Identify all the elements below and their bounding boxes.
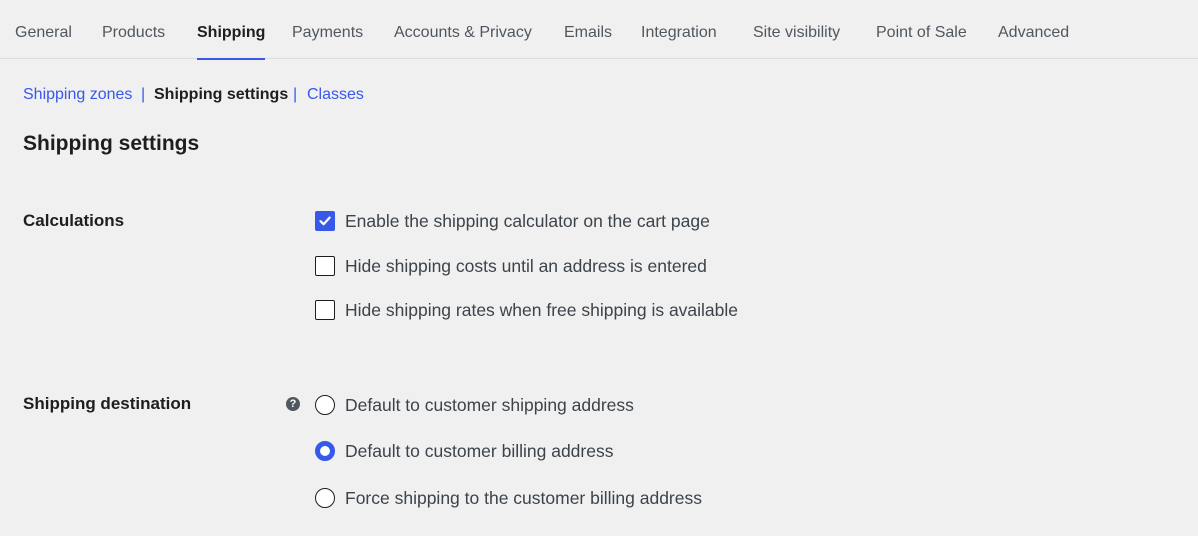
- tab-site-visibility[interactable]: Site visibility: [753, 0, 840, 60]
- subnav-shipping-settings-current: Shipping settings: [154, 86, 289, 103]
- calculations-label: Calculations: [23, 211, 125, 230]
- calc-option-hide-rates[interactable]: Hide shipping rates when free shipping i…: [315, 300, 738, 320]
- tab-general[interactable]: General: [15, 0, 72, 60]
- tab-payments[interactable]: Payments: [292, 0, 363, 60]
- shipping-calculator-checkbox[interactable]: [315, 211, 335, 231]
- tab-point-of-sale[interactable]: Point of Sale: [876, 0, 967, 60]
- subnav-separator: |: [141, 86, 146, 103]
- tab-advanced[interactable]: Advanced: [998, 0, 1069, 60]
- page-title: Shipping settings: [23, 132, 200, 155]
- hide-rates-checkbox[interactable]: [315, 300, 335, 320]
- help-icon[interactable]: ?: [286, 397, 300, 411]
- force-billing-label: Force shipping to the customer billing a…: [345, 487, 702, 508]
- checkmark-icon: [319, 216, 331, 226]
- billing-address-label: Default to customer billing address: [345, 440, 614, 461]
- hide-costs-checkbox[interactable]: [315, 256, 335, 276]
- tab-shipping[interactable]: Shipping: [197, 0, 266, 60]
- subnav-classes-link[interactable]: Classes: [307, 86, 364, 104]
- shipping-address-radio[interactable]: [315, 395, 335, 415]
- tab-integration[interactable]: Integration: [641, 0, 717, 60]
- shipping-address-label: Default to customer shipping address: [345, 394, 634, 415]
- tab-products[interactable]: Products: [102, 0, 165, 60]
- destination-option-force-billing[interactable]: Force shipping to the customer billing a…: [315, 488, 702, 508]
- calc-option-hide-costs[interactable]: Hide shipping costs until an address is …: [315, 256, 707, 276]
- hide-rates-label: Hide shipping rates when free shipping i…: [345, 299, 739, 320]
- shipping-destination-label: Shipping destination: [23, 394, 192, 413]
- destination-option-shipping-address[interactable]: Default to customer shipping address: [315, 395, 634, 415]
- billing-address-radio[interactable]: [315, 441, 335, 461]
- tab-emails[interactable]: Emails: [564, 0, 612, 60]
- destination-option-billing-address[interactable]: Default to customer billing address: [315, 441, 613, 461]
- shipping-calculator-label: Enable the shipping calculator on the ca…: [345, 210, 710, 231]
- subnav-shipping-zones-link[interactable]: Shipping zones: [23, 86, 132, 104]
- calc-option-shipping-calculator[interactable]: Enable the shipping calculator on the ca…: [315, 211, 710, 231]
- hide-costs-label: Hide shipping costs until an address is …: [345, 255, 707, 276]
- settings-tabs: General Products Shipping Payments Accou…: [0, 0, 1198, 60]
- subnav-separator: |: [293, 86, 298, 103]
- force-billing-radio[interactable]: [315, 488, 335, 508]
- tab-accounts-privacy[interactable]: Accounts & Privacy: [394, 0, 532, 60]
